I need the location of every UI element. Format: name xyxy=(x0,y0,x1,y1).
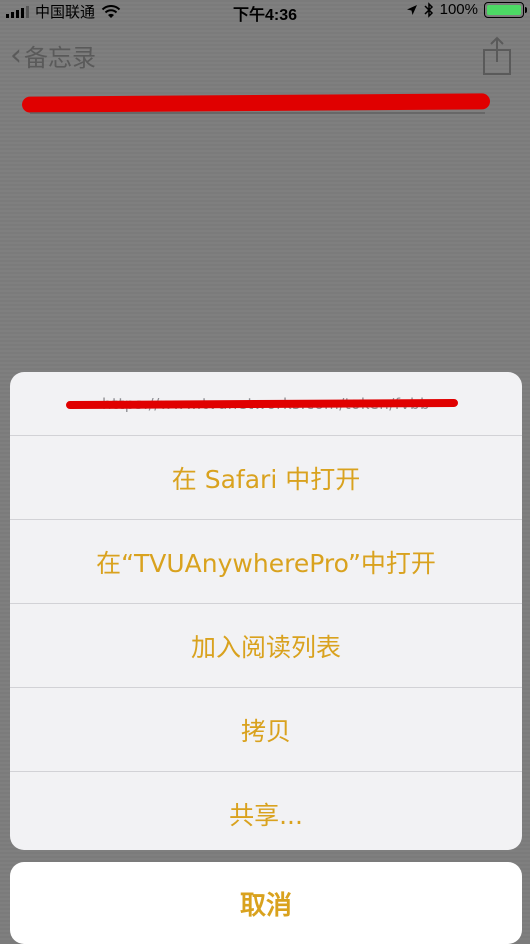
open-in-app-button[interactable]: 在“TVUAnywherePro”中打开 xyxy=(10,520,522,604)
redacted-note-text xyxy=(21,93,491,113)
location-arrow-icon xyxy=(406,4,417,15)
back-button[interactable]: ‹ 备忘录 xyxy=(10,38,96,73)
share-button[interactable]: 共享... xyxy=(10,772,522,850)
status-right: 100% xyxy=(406,1,527,18)
note-underline xyxy=(30,112,485,114)
back-label: 备忘录 xyxy=(24,44,96,72)
cancel-button[interactable]: 取消 xyxy=(10,862,522,944)
battery-icon xyxy=(484,1,527,18)
add-to-reading-list-button[interactable]: 加入阅读列表 xyxy=(10,604,522,688)
action-sheet: https://www.tvunetworks.com/token/fvbb 在… xyxy=(10,372,522,850)
chevron-left-icon: ‹ xyxy=(10,37,22,73)
navigation-bar: ‹ 备忘录 xyxy=(0,30,530,80)
share-icon[interactable] xyxy=(482,36,512,76)
status-bar: 中国联通 下午4:36 100% xyxy=(0,0,530,24)
copy-button[interactable]: 拷贝 xyxy=(10,688,522,772)
bluetooth-icon xyxy=(424,1,433,18)
battery-percentage: 100% xyxy=(439,1,478,18)
action-sheet-header: https://www.tvunetworks.com/token/fvbb xyxy=(10,372,522,436)
open-in-safari-button[interactable]: 在 Safari 中打开 xyxy=(10,436,522,520)
